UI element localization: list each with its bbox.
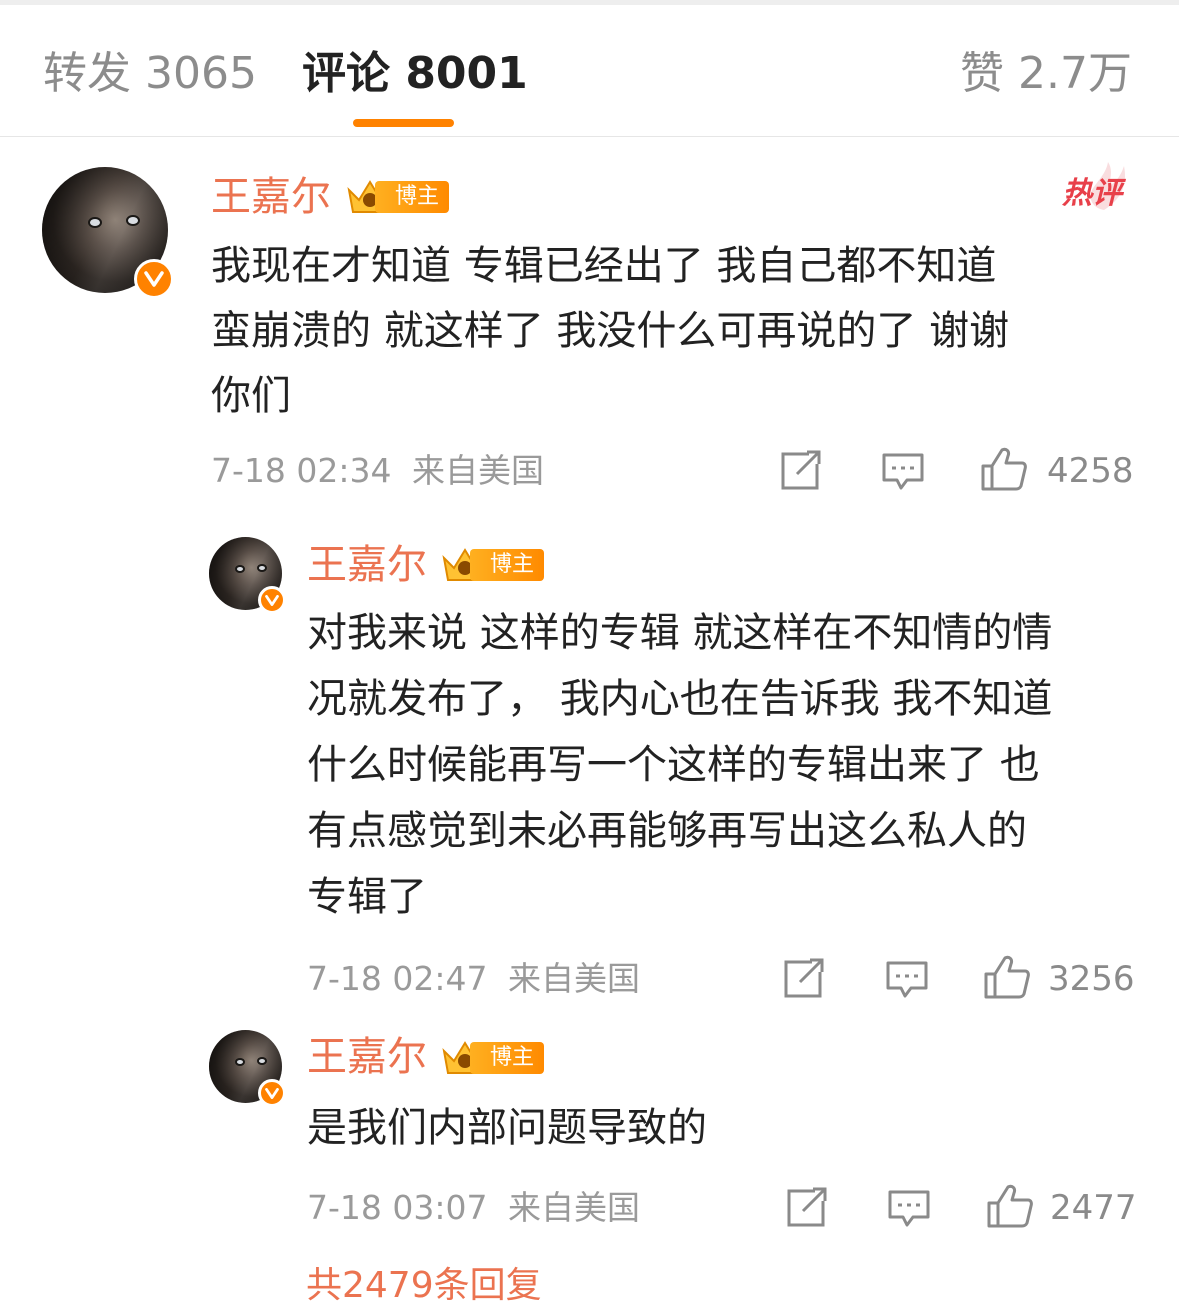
avatar-eye xyxy=(237,567,243,571)
comment-meta: 7-18 02:34 来自美国 xyxy=(211,450,544,492)
comment-icon xyxy=(888,1190,930,1227)
comment-time: 7-18 02:47 xyxy=(307,959,488,998)
comment-text: 我现在才知道 专辑已经出了 我自己都不知道 蛮崩溃的 就这样了 我没什么可再说的… xyxy=(211,243,1010,419)
verified-icon xyxy=(134,259,174,299)
blogger-badge: 博主 xyxy=(345,179,457,213)
comment-time: 7-18 03:07 xyxy=(307,1188,488,1227)
verified-icon xyxy=(258,1079,286,1107)
avatar[interactable] xyxy=(209,537,286,614)
blogger-badge-label: 博主 xyxy=(470,549,545,581)
repost-button[interactable] xyxy=(779,450,823,492)
tab-comments[interactable]: 评论 8001 xyxy=(302,45,528,103)
blogger-badge: 博主 xyxy=(440,547,552,581)
avatar-eye xyxy=(237,1060,243,1064)
like-count: 2477 xyxy=(1050,1188,1137,1228)
avatar-eye xyxy=(259,1059,265,1063)
username[interactable]: 王嘉尔 xyxy=(211,172,331,222)
more-replies-link[interactable]: 共2479条回复 xyxy=(306,1266,542,1306)
blogger-badge-label: 博主 xyxy=(470,1042,545,1074)
comment-time: 7-18 02:34 xyxy=(211,451,392,490)
like-icon xyxy=(981,447,1027,491)
comment-icon xyxy=(882,453,924,490)
like-icon xyxy=(987,1184,1033,1228)
like-button[interactable] xyxy=(983,954,1031,1000)
verified-icon xyxy=(258,586,286,614)
hot-comment-label: 热评 xyxy=(1062,176,1122,211)
comment-text: 对我来说 这样的专辑 就这样在不知情的情 况就发布了， 我内心也在告诉我 我不知… xyxy=(307,610,1053,920)
comment-meta: 7-18 02:47 来自美国 xyxy=(307,958,640,1000)
tab-repost[interactable]: 转发 3065 xyxy=(43,45,257,103)
repost-icon xyxy=(781,450,821,490)
comment-location: 来自美国 xyxy=(508,1188,640,1227)
avatar-eye xyxy=(259,566,265,570)
tab-likes[interactable]: 赞 2.7万 xyxy=(960,45,1132,103)
comment-text: 是我们内部问题导致的 xyxy=(307,1105,707,1151)
blogger-badge-label: 博主 xyxy=(375,181,450,213)
reply-button[interactable] xyxy=(887,1189,931,1229)
avatar[interactable] xyxy=(42,167,174,299)
tab-bar: 转发 3065 评论 8001 赞 2.7万 xyxy=(0,5,1179,137)
like-count: 3256 xyxy=(1048,959,1135,999)
username[interactable]: 王嘉尔 xyxy=(307,1032,427,1082)
reply-button[interactable] xyxy=(885,960,929,1000)
active-tab-indicator xyxy=(353,119,454,127)
like-button[interactable] xyxy=(986,1183,1034,1229)
blogger-badge: 博主 xyxy=(440,1040,552,1074)
avatar-eye xyxy=(128,217,138,224)
repost-button[interactable] xyxy=(782,958,826,1000)
avatar-eye xyxy=(90,219,100,226)
comment-location: 来自美国 xyxy=(412,451,544,490)
comment-meta: 7-18 03:07 来自美国 xyxy=(307,1187,640,1229)
comment-icon xyxy=(886,961,928,998)
repost-button[interactable] xyxy=(785,1187,829,1229)
like-count: 4258 xyxy=(1047,451,1134,491)
username[interactable]: 王嘉尔 xyxy=(307,540,427,590)
reply-button[interactable] xyxy=(881,452,925,492)
comment-location: 来自美国 xyxy=(508,959,640,998)
repost-icon xyxy=(784,958,824,998)
hot-comment-badge: 热评 xyxy=(1058,160,1138,216)
repost-icon xyxy=(787,1187,827,1227)
avatar[interactable] xyxy=(209,1030,286,1107)
like-icon xyxy=(984,955,1030,999)
like-button[interactable] xyxy=(980,446,1028,492)
